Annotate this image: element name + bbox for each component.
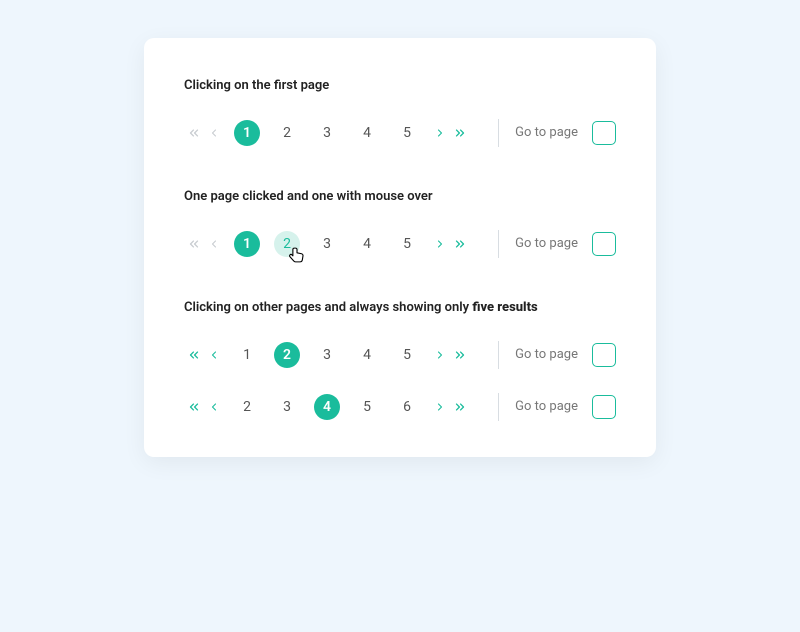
page-number[interactable]: 1 — [234, 120, 260, 146]
pagination-row: 1 2 3 4 5 Go to page — [184, 117, 616, 149]
chevron-left-icon — [208, 237, 220, 251]
section-title-text: One page clicked and one with mouse over — [184, 189, 433, 204]
page-number[interactable]: 5 — [394, 231, 420, 257]
goto-label: Go to page — [515, 399, 578, 414]
pagination-row: 2 3 4 5 6 Go to page — [184, 391, 616, 423]
section-title: Clicking on other pages and always showi… — [184, 300, 616, 317]
chevrons-right-icon — [453, 348, 467, 362]
page-number[interactable]: 5 — [354, 394, 380, 420]
divider — [498, 393, 499, 421]
chevrons-right-icon — [453, 237, 467, 251]
section-title-bold: five results — [472, 300, 537, 315]
page-list: 1 2 3 4 5 — [234, 231, 420, 257]
divider — [498, 341, 499, 369]
page-number[interactable]: 3 — [314, 342, 340, 368]
page-number[interactable]: 4 — [314, 394, 340, 420]
page-number[interactable]: 4 — [354, 231, 380, 257]
page-number[interactable]: 1 — [234, 231, 260, 257]
demo-card: Clicking on the first page 1 2 3 4 5 — [144, 38, 656, 457]
goto-group: Go to page — [482, 393, 616, 421]
section-title: Clicking on the first page — [184, 78, 616, 95]
goto-group: Go to page — [482, 119, 616, 147]
page-number[interactable]: 2 — [274, 342, 300, 368]
chevron-left-icon — [208, 400, 220, 414]
page-number[interactable]: 2 — [274, 120, 300, 146]
chevron-right-icon — [434, 237, 446, 251]
page-list: 1 2 3 4 5 — [234, 342, 420, 368]
divider — [498, 119, 499, 147]
page-number[interactable]: 3 — [274, 394, 300, 420]
pagination-row: 1 2 3 4 5 Go to page — [184, 228, 616, 260]
chevrons-right-icon — [453, 126, 467, 140]
first-page-button[interactable] — [184, 230, 204, 258]
goto-page-input[interactable] — [592, 343, 616, 367]
goto-page-input[interactable] — [592, 232, 616, 256]
pagination-row: 1 2 3 4 5 Go to page — [184, 339, 616, 371]
chevrons-left-icon — [187, 348, 201, 362]
next-page-button[interactable] — [430, 393, 450, 421]
page-number[interactable]: 2 — [274, 231, 300, 257]
divider — [498, 230, 499, 258]
page-list: 2 3 4 5 6 — [234, 394, 420, 420]
next-page-button[interactable] — [430, 230, 450, 258]
page-number[interactable]: 4 — [354, 120, 380, 146]
section-title-text: Clicking on the first page — [184, 78, 329, 93]
next-page-button[interactable] — [430, 341, 450, 369]
first-page-button[interactable] — [184, 119, 204, 147]
page-list: 1 2 3 4 5 — [234, 120, 420, 146]
section-title: One page clicked and one with mouse over — [184, 189, 616, 206]
chevron-right-icon — [434, 348, 446, 362]
prev-page-button[interactable] — [204, 341, 224, 369]
first-page-button[interactable] — [184, 341, 204, 369]
section-2: Clicking on other pages and always showi… — [184, 300, 616, 423]
chevrons-right-icon — [453, 400, 467, 414]
goto-group: Go to page — [482, 341, 616, 369]
chevron-left-icon — [208, 126, 220, 140]
last-page-button[interactable] — [450, 393, 470, 421]
chevrons-left-icon — [187, 400, 201, 414]
section-1: One page clicked and one with mouse over… — [184, 189, 616, 260]
prev-page-button[interactable] — [204, 119, 224, 147]
goto-label: Go to page — [515, 236, 578, 251]
page-number[interactable]: 2 — [234, 394, 260, 420]
section-title-text: Clicking on other pages and always showi… — [184, 300, 472, 315]
first-page-button[interactable] — [184, 393, 204, 421]
chevron-right-icon — [434, 400, 446, 414]
chevron-left-icon — [208, 348, 220, 362]
page-number[interactable]: 5 — [394, 120, 420, 146]
prev-page-button[interactable] — [204, 230, 224, 258]
section-0: Clicking on the first page 1 2 3 4 5 — [184, 78, 616, 149]
page-number[interactable]: 6 — [394, 394, 420, 420]
goto-group: Go to page — [482, 230, 616, 258]
next-page-button[interactable] — [430, 119, 450, 147]
page-number[interactable]: 5 — [394, 342, 420, 368]
page-number[interactable]: 4 — [354, 342, 380, 368]
goto-page-input[interactable] — [592, 121, 616, 145]
last-page-button[interactable] — [450, 341, 470, 369]
page-number[interactable]: 3 — [314, 231, 340, 257]
chevrons-left-icon — [187, 237, 201, 251]
prev-page-button[interactable] — [204, 393, 224, 421]
page-number[interactable]: 1 — [234, 342, 260, 368]
goto-page-input[interactable] — [592, 395, 616, 419]
goto-label: Go to page — [515, 125, 578, 140]
chevron-right-icon — [434, 126, 446, 140]
chevrons-left-icon — [187, 126, 201, 140]
last-page-button[interactable] — [450, 230, 470, 258]
last-page-button[interactable] — [450, 119, 470, 147]
page-number[interactable]: 3 — [314, 120, 340, 146]
goto-label: Go to page — [515, 347, 578, 362]
